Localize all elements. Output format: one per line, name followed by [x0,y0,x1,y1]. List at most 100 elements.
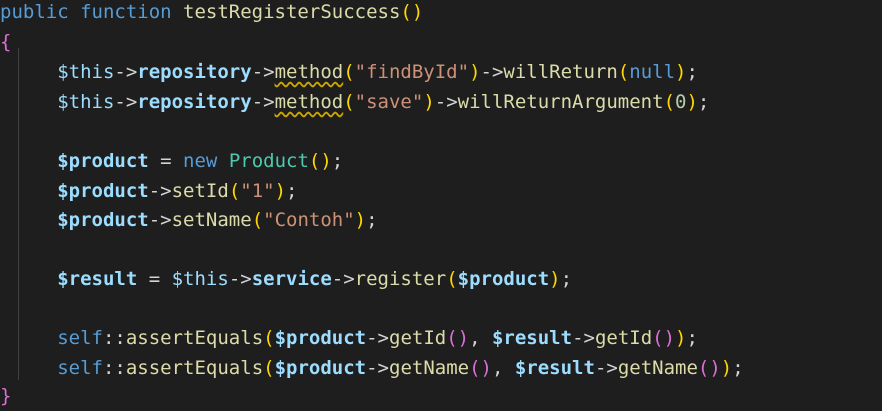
arrow: -> [331,268,355,290]
self-keyword: self [57,357,103,379]
paren: ) [675,61,687,83]
code-line-open-brace: { [0,27,11,57]
code-editor[interactable]: public function testRegisterSuccess() { … [0,0,882,411]
variable: $product [57,150,149,172]
paren: () [697,357,721,379]
function-name: testRegisterSuccess [183,1,401,23]
string: "Contoh" [263,209,355,231]
method-call: willReturnArgument [457,91,664,113]
variable: $product [457,268,550,290]
keyword: new [183,150,218,172]
method-call: assertEquals [125,357,264,379]
paren: () [652,327,676,349]
paren: ( [663,91,676,113]
assign-op: = [137,268,172,290]
property: repository [137,61,252,83]
code-line-assert-id: self::assertEquals($product->getId(), $r… [0,323,698,353]
paren: () [446,327,470,349]
null-literal: null [629,61,676,83]
comma: , [491,357,515,379]
paren: ) [720,357,733,379]
arrow: -> [572,327,595,349]
property: service [251,268,332,290]
variable: $product [57,180,149,202]
code-line-set-id: $product->setId("1"); [0,176,298,206]
arrow: -> [366,327,389,349]
string: "findById" [354,61,470,83]
method-call-warning: method [274,61,344,83]
paren: () [308,150,332,172]
arrow: -> [148,209,172,231]
paren: ( [263,357,275,379]
scope-op: :: [102,327,126,349]
paren: ) [686,91,698,113]
paren: ) [354,209,367,231]
arrow: -> [251,61,275,83]
number-literal: 0 [675,91,687,113]
scope-op: :: [102,357,126,379]
code-line-mock-save: $this->repository->method("save")->willR… [0,87,709,117]
variable: $product [274,327,367,349]
semicolon: ; [331,150,344,172]
comma: , [469,327,492,349]
paren: ( [228,180,241,202]
method-call: getId [594,327,653,349]
semicolon: ; [366,209,378,231]
code-line-close-brace: } [0,381,11,411]
code-line-signature: public function testRegisterSuccess() [0,0,423,27]
variable: $product [57,209,149,231]
arrow: -> [434,91,458,113]
method-call: getName [617,357,698,379]
paren: ) [274,180,287,202]
arrow: -> [480,61,504,83]
class-name: Product [228,150,309,172]
semicolon: ; [686,61,698,83]
method-call: getId [389,327,447,349]
paren: () [400,1,424,23]
method-call: setId [171,180,229,202]
semicolon: ; [697,91,710,113]
property: repository [137,91,252,113]
code-line-register: $result = $this->service->register($prod… [0,264,572,294]
paren: ( [263,327,275,349]
assign-op: = [148,150,184,172]
close-brace: } [0,385,12,407]
paren: ( [251,209,264,231]
method-call: willReturn [503,61,618,83]
open-brace: { [0,31,12,53]
paren: ( [343,91,355,113]
this-var: $this [57,91,115,113]
variable: $product [274,357,367,379]
arrow: -> [114,91,138,113]
self-keyword: self [57,327,103,349]
paren: ) [423,91,435,113]
paren: ) [469,61,481,83]
method-call: register [354,268,447,290]
keyword: public function [0,1,172,23]
method-call: getName [389,357,470,379]
method-call: assertEquals [125,327,264,349]
method-call: setName [171,209,252,231]
arrow: -> [114,61,138,83]
variable: $result [514,357,595,379]
paren: ( [617,61,630,83]
arrow: -> [148,180,172,202]
string: "save" [354,91,424,113]
variable: $result [491,327,573,349]
semicolon: ; [286,180,298,202]
paren: ) [549,268,561,290]
arrow: -> [594,357,618,379]
arrow: -> [228,268,252,290]
string: "1" [240,180,275,202]
this-var: $this [171,268,229,290]
code-line-mock-findbyid: $this->repository->method("findById")->w… [0,57,698,87]
code-line-assert-name: self::assertEquals($product->getName(), … [0,353,744,383]
method-call-warning: method [274,91,344,113]
this-var: $this [57,61,115,83]
semicolon: ; [686,327,698,349]
arrow: -> [366,357,389,379]
paren: ( [343,61,355,83]
semicolon: ; [560,268,573,290]
paren: ( [446,268,458,290]
semicolon: ; [732,357,744,379]
